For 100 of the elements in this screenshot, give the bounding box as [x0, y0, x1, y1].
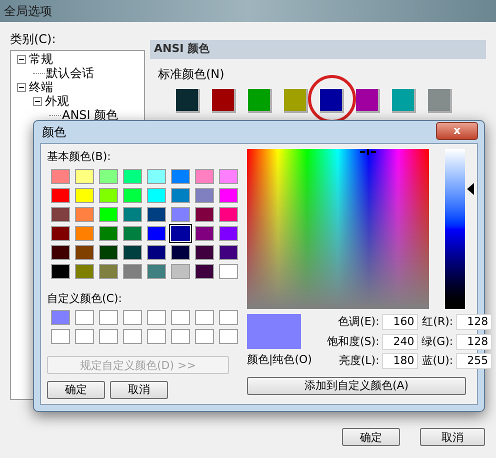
color-swatch[interactable]	[171, 188, 190, 202]
color-swatch[interactable]	[75, 206, 94, 222]
tree-item[interactable]: ANSI 颜色	[62, 108, 118, 122]
color-swatch[interactable]	[75, 264, 94, 278]
color-swatch[interactable]	[219, 206, 238, 222]
collapse-icon[interactable]	[17, 54, 26, 64]
number-field[interactable]: 180	[382, 353, 418, 370]
custom-color-swatch[interactable]	[123, 310, 142, 325]
color-swatch[interactable]	[99, 168, 118, 184]
custom-color-swatch[interactable]	[51, 310, 70, 325]
color-swatch[interactable]	[51, 244, 70, 260]
custom-color-swatch[interactable]	[75, 310, 94, 325]
dialog-title: 颜色	[42, 124, 66, 141]
color-swatch[interactable]	[75, 168, 94, 184]
number-field[interactable]: 255	[456, 353, 492, 370]
color-swatch[interactable]	[147, 188, 166, 202]
color-swatch[interactable]	[75, 188, 94, 202]
color-swatch[interactable]	[171, 168, 190, 184]
field-label: 亮度(L):	[338, 353, 380, 369]
luminance-pointer[interactable]	[467, 183, 474, 195]
custom-color-swatch[interactable]	[219, 310, 238, 325]
field-label: 色调(E):	[337, 314, 380, 330]
ok-button[interactable]: 确定	[47, 380, 105, 398]
custom-color-swatch[interactable]	[147, 329, 166, 344]
custom-color-swatch[interactable]	[219, 329, 238, 344]
cancel-button[interactable]: 取消	[110, 380, 168, 398]
color-swatch[interactable]	[320, 89, 344, 113]
tree-item[interactable]: 终端	[29, 80, 53, 94]
color-swatch[interactable]	[195, 244, 214, 260]
color-swatch[interactable]	[99, 264, 118, 278]
color-swatch[interactable]	[219, 188, 238, 202]
color-spectrum[interactable]	[247, 149, 429, 309]
collapse-icon[interactable]	[17, 82, 26, 92]
custom-color-swatch[interactable]	[171, 310, 190, 325]
number-field[interactable]: 128	[456, 314, 492, 330]
color-swatch[interactable]	[99, 244, 118, 260]
color-swatch[interactable]	[147, 206, 166, 222]
color-swatch[interactable]	[171, 244, 190, 260]
color-swatch[interactable]	[248, 89, 272, 113]
color-swatch[interactable]	[147, 264, 166, 278]
color-swatch[interactable]	[392, 89, 416, 113]
ok-button[interactable]: 确定	[342, 428, 400, 446]
color-swatch[interactable]	[51, 264, 70, 278]
color-swatch[interactable]	[123, 188, 142, 202]
color-swatch[interactable]	[123, 226, 142, 240]
number-field[interactable]: 128	[456, 334, 492, 350]
field-label: 蓝(U):	[421, 353, 454, 369]
custom-color-swatch[interactable]	[99, 310, 118, 325]
color-swatch[interactable]	[123, 168, 142, 184]
color-swatch[interactable]	[75, 226, 94, 240]
color-swatch[interactable]	[123, 244, 142, 260]
custom-color-swatch[interactable]	[195, 310, 214, 325]
color-swatch[interactable]	[195, 168, 214, 184]
color-swatch[interactable]	[123, 264, 142, 278]
tree-item[interactable]: 默认会话	[46, 66, 94, 80]
color-swatch[interactable]	[284, 89, 308, 113]
number-field[interactable]: 160	[382, 314, 418, 330]
custom-color-swatch[interactable]	[171, 329, 190, 344]
color-swatch[interactable]	[219, 244, 238, 260]
custom-color-swatch[interactable]	[195, 329, 214, 344]
custom-color-swatch[interactable]	[51, 329, 70, 344]
color-swatch[interactable]	[219, 226, 238, 240]
color-swatch[interactable]	[195, 206, 214, 222]
color-swatch[interactable]	[123, 206, 142, 222]
color-swatch[interactable]	[219, 264, 238, 278]
color-swatch[interactable]	[99, 206, 118, 222]
collapse-icon[interactable]	[33, 96, 42, 106]
custom-color-swatch[interactable]	[147, 310, 166, 325]
color-swatch[interactable]	[147, 244, 166, 260]
color-swatch[interactable]	[195, 264, 214, 278]
window-title: 全局选项	[4, 3, 52, 20]
color-swatch[interactable]	[51, 168, 70, 184]
cancel-button[interactable]: 取消	[420, 428, 485, 446]
color-swatch[interactable]	[51, 188, 70, 202]
color-swatch[interactable]	[195, 188, 214, 202]
color-swatch[interactable]	[171, 206, 190, 222]
color-swatch[interactable]	[171, 264, 190, 278]
custom-color-swatch[interactable]	[99, 329, 118, 344]
color-swatch[interactable]	[356, 89, 380, 113]
color-swatch[interactable]	[212, 89, 236, 113]
color-swatch[interactable]	[99, 188, 118, 202]
color-swatch[interactable]	[195, 226, 214, 240]
color-swatch[interactable]	[51, 226, 70, 240]
tree-item[interactable]: 常规	[29, 52, 53, 66]
color-swatch[interactable]	[428, 89, 452, 113]
custom-color-swatch[interactable]	[75, 329, 94, 344]
color-swatch[interactable]	[171, 226, 190, 240]
color-swatch[interactable]	[176, 89, 200, 113]
color-swatch[interactable]	[147, 226, 166, 240]
add-to-custom-colors-button[interactable]: 添加到自定义颜色(A)	[247, 376, 466, 394]
color-swatch[interactable]	[219, 168, 238, 184]
color-swatch[interactable]	[99, 226, 118, 240]
custom-colors-label: 自定义颜色(C):	[47, 290, 123, 306]
color-swatch[interactable]	[75, 244, 94, 260]
number-field[interactable]: 240	[382, 334, 418, 350]
color-swatch[interactable]	[51, 206, 70, 222]
color-swatch[interactable]	[147, 168, 166, 184]
custom-color-swatch[interactable]	[123, 329, 142, 344]
field-label: 红(R):	[421, 314, 454, 330]
tree-item[interactable]: 外观	[45, 94, 69, 108]
